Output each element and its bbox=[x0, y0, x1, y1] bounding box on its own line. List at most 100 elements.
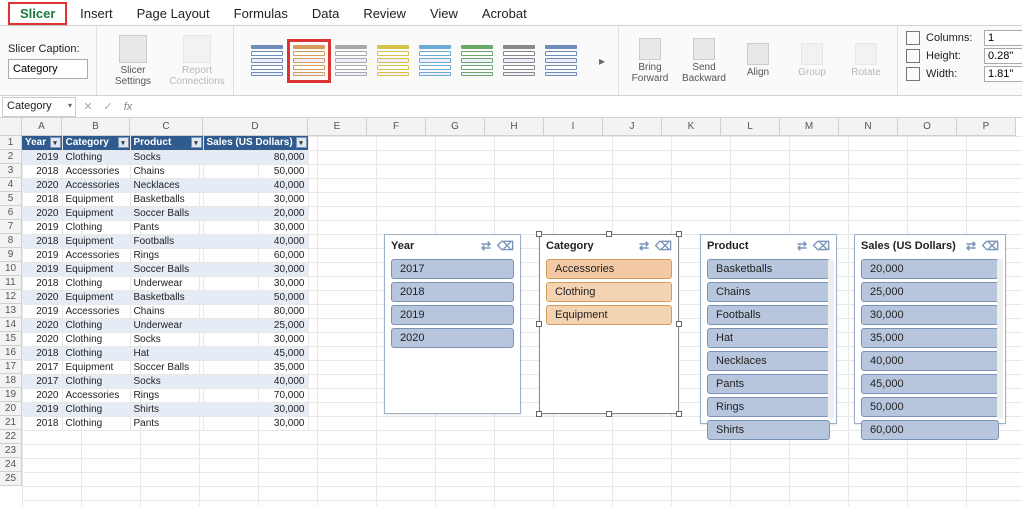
row-header-10[interactable]: 10 bbox=[0, 262, 22, 276]
cell[interactable]: 40,000 bbox=[203, 178, 308, 192]
row-header-11[interactable]: 11 bbox=[0, 276, 22, 290]
slicer-style-1[interactable] bbox=[290, 42, 328, 80]
row-header-24[interactable]: 24 bbox=[0, 458, 22, 472]
col-header-K[interactable]: K bbox=[662, 118, 721, 136]
cell[interactable]: Accessories bbox=[62, 304, 130, 318]
slicer-item[interactable]: Equipment bbox=[546, 305, 672, 325]
cell[interactable]: 50,000 bbox=[203, 290, 308, 304]
cell[interactable]: 2017 bbox=[22, 360, 62, 374]
table-row[interactable]: 2019AccessoriesChains80,000 bbox=[22, 304, 308, 318]
slicer-item[interactable]: Shirts bbox=[707, 420, 830, 440]
tab-page-layout[interactable]: Page Layout bbox=[125, 2, 222, 25]
row-header-3[interactable]: 3 bbox=[0, 164, 22, 178]
cell[interactable]: 30,000 bbox=[203, 416, 308, 430]
col-header-L[interactable]: L bbox=[721, 118, 780, 136]
slicer-scrollbar[interactable] bbox=[997, 259, 1003, 419]
send-backward-button[interactable]: Send Backward bbox=[681, 38, 727, 84]
filter-dropdown-icon[interactable]: ▾ bbox=[296, 137, 307, 148]
cell[interactable]: Pants bbox=[130, 220, 203, 234]
slicer-item[interactable]: Hat bbox=[707, 328, 830, 348]
multi-select-icon[interactable]: ⇄ bbox=[481, 239, 491, 253]
cell[interactable]: Basketballs bbox=[130, 192, 203, 206]
cell[interactable]: 2018 bbox=[22, 346, 62, 360]
clear-filter-icon[interactable]: ⌫ bbox=[982, 239, 999, 253]
cell[interactable]: 80,000 bbox=[203, 304, 308, 318]
row-header-22[interactable]: 22 bbox=[0, 430, 22, 444]
col-header-I[interactable]: I bbox=[544, 118, 603, 136]
table-row[interactable]: 2018EquipmentFootballs40,000 bbox=[22, 234, 308, 248]
cell[interactable]: Equipment bbox=[62, 234, 130, 248]
row-header-20[interactable]: 20 bbox=[0, 402, 22, 416]
table-row[interactable]: 2020AccessoriesNecklaces40,000 bbox=[22, 178, 308, 192]
cell[interactable]: Clothing bbox=[62, 416, 130, 430]
row-header-25[interactable]: 25 bbox=[0, 472, 22, 486]
name-box[interactable]: Category▾ bbox=[2, 97, 76, 117]
caption-input[interactable] bbox=[8, 59, 88, 79]
cell[interactable]: 2020 bbox=[22, 332, 62, 346]
cell[interactable]: 30,000 bbox=[203, 276, 308, 290]
row-header-21[interactable]: 21 bbox=[0, 416, 22, 430]
cell[interactable]: 2018 bbox=[22, 416, 62, 430]
fx-icon[interactable]: fx bbox=[118, 101, 138, 113]
cell[interactable]: 25,000 bbox=[203, 318, 308, 332]
cell[interactable]: 2020 bbox=[22, 318, 62, 332]
slicer-item[interactable]: Accessories bbox=[546, 259, 672, 279]
resize-handle[interactable] bbox=[606, 231, 612, 237]
slicer-item[interactable]: 2017 bbox=[391, 259, 514, 279]
tab-insert[interactable]: Insert bbox=[68, 2, 125, 25]
col-header-O[interactable]: O bbox=[898, 118, 957, 136]
row-header-15[interactable]: 15 bbox=[0, 332, 22, 346]
table-row[interactable]: 2019ClothingSocks80,000 bbox=[22, 150, 308, 164]
slicer-item[interactable]: 35,000 bbox=[861, 328, 999, 348]
table-header-category[interactable]: Category▾ bbox=[62, 136, 130, 150]
table-row[interactable]: 2018ClothingUnderwear30,000 bbox=[22, 276, 308, 290]
spreadsheet-grid[interactable]: ABCDEFGHIJKLMNOP 12345678910111213141516… bbox=[0, 118, 1022, 508]
row-header-2[interactable]: 2 bbox=[0, 150, 22, 164]
row-header-1[interactable]: 1 bbox=[0, 136, 22, 150]
row-header-16[interactable]: 16 bbox=[0, 346, 22, 360]
cell[interactable]: 20,000 bbox=[203, 206, 308, 220]
cell[interactable]: 2019 bbox=[22, 150, 62, 164]
cell[interactable]: Footballs bbox=[130, 234, 203, 248]
slicer-settings-button[interactable]: Slicer Settings bbox=[105, 35, 161, 87]
slicer-item[interactable]: 2019 bbox=[391, 305, 514, 325]
table-row[interactable]: 2018ClothingPants30,000 bbox=[22, 416, 308, 430]
cell[interactable]: Shirts bbox=[130, 402, 203, 416]
slicer-item[interactable]: 20,000 bbox=[861, 259, 999, 279]
cell[interactable]: 2020 bbox=[22, 388, 62, 402]
tab-slicer[interactable]: Slicer bbox=[8, 2, 67, 25]
clear-filter-icon[interactable]: ⌫ bbox=[497, 239, 514, 253]
col-header-H[interactable]: H bbox=[485, 118, 544, 136]
row-header-17[interactable]: 17 bbox=[0, 360, 22, 374]
slicer-item[interactable]: 60,000 bbox=[861, 420, 999, 440]
table-row[interactable]: 2018EquipmentBasketballs30,000 bbox=[22, 192, 308, 206]
filter-dropdown-icon[interactable]: ▾ bbox=[191, 137, 202, 148]
cell[interactable]: 30,000 bbox=[203, 192, 308, 206]
slicer-item[interactable]: 2018 bbox=[391, 282, 514, 302]
slicer-style-2[interactable] bbox=[332, 42, 370, 80]
col-header-M[interactable]: M bbox=[780, 118, 839, 136]
name-box-dropdown-icon[interactable]: ▾ bbox=[68, 101, 72, 110]
cell[interactable]: 35,000 bbox=[203, 360, 308, 374]
cell[interactable]: 70,000 bbox=[203, 388, 308, 402]
table-row[interactable]: 2019AccessoriesRings60,000 bbox=[22, 248, 308, 262]
cell[interactable]: Necklaces bbox=[130, 178, 203, 192]
table-row[interactable]: 2020EquipmentBasketballs50,000 bbox=[22, 290, 308, 304]
cell[interactable]: Clothing bbox=[62, 276, 130, 290]
col-header-P[interactable]: P bbox=[957, 118, 1016, 136]
multi-select-icon[interactable]: ⇄ bbox=[966, 239, 976, 253]
table-row[interactable]: 2020EquipmentSoccer Balls20,000 bbox=[22, 206, 308, 220]
cell[interactable]: 30,000 bbox=[203, 332, 308, 346]
cell[interactable]: Rings bbox=[130, 248, 203, 262]
cell[interactable]: Soccer Balls bbox=[130, 262, 203, 276]
cell[interactable]: Underwear bbox=[130, 276, 203, 290]
slicer-item[interactable]: 45,000 bbox=[861, 374, 999, 394]
cell[interactable]: Clothing bbox=[62, 150, 130, 164]
cell[interactable]: Accessories bbox=[62, 248, 130, 262]
cell[interactable]: Clothing bbox=[62, 374, 130, 388]
row-header-12[interactable]: 12 bbox=[0, 290, 22, 304]
clear-filter-icon[interactable]: ⌫ bbox=[813, 239, 830, 253]
table-header-product[interactable]: Product▾ bbox=[130, 136, 203, 150]
table-row[interactable]: 2019ClothingPants30,000 bbox=[22, 220, 308, 234]
resize-handle[interactable] bbox=[536, 411, 542, 417]
